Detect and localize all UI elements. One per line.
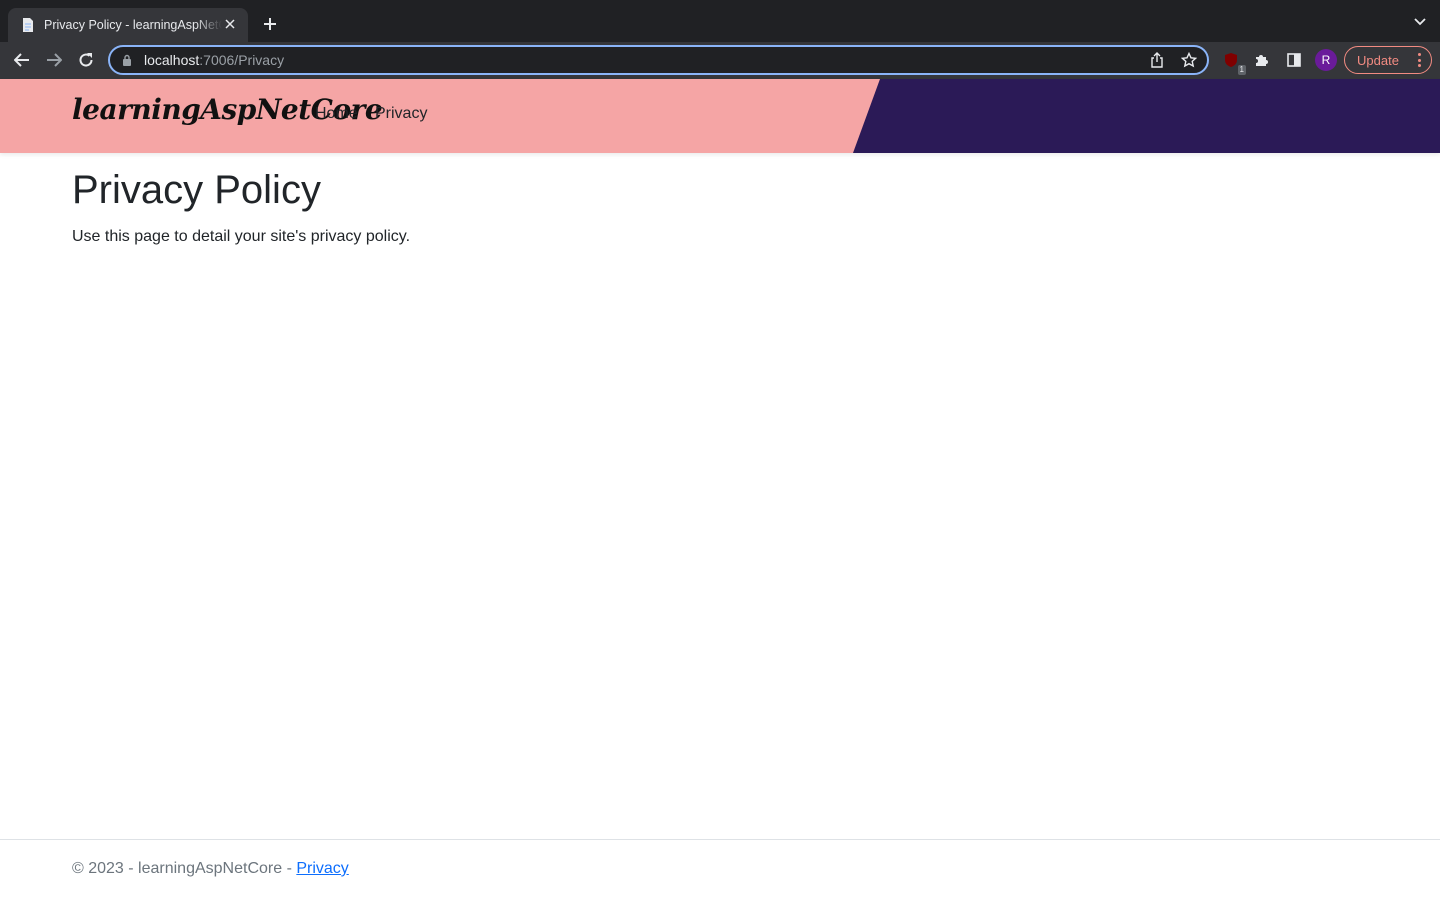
share-icon[interactable] [1147,50,1167,70]
document-icon [20,17,36,33]
browser-tabstrip: Privacy Policy - learningAspNetCore [0,0,1440,42]
reload-icon[interactable] [74,48,98,72]
update-button[interactable]: Update [1344,46,1432,74]
back-arrow-icon[interactable] [10,48,34,72]
kebab-menu-icon[interactable] [1417,53,1421,67]
footer-copyright: © 2023 - learningAspNetCore - [72,860,297,877]
footer-privacy-link[interactable]: Privacy [296,860,348,877]
lock-icon[interactable] [120,53,134,67]
ublock-icon[interactable]: 1 [1220,49,1246,75]
site-footer: © 2023 - learningAspNetCore - Privacy [0,839,1440,900]
page-description: Use this page to detail your site's priv… [72,228,411,245]
tab-title: Privacy Policy - learningAspNetCore [44,18,222,32]
forward-arrow-icon[interactable] [42,48,66,72]
chevron-down-icon[interactable] [1412,14,1428,30]
browser-tab[interactable]: Privacy Policy - learningAspNetCore [8,8,248,42]
plus-icon[interactable] [258,12,282,36]
star-icon[interactable] [1179,50,1199,70]
update-label: Update [1357,52,1399,68]
browser-toolbar: localhost:7006/Privacy 1 R Update [0,42,1440,79]
nav-link-home[interactable]: Home [315,105,358,123]
site-header: learningAspNetCore Home Privacy [0,79,1440,153]
profile-avatar[interactable]: R [1315,49,1337,71]
address-bar[interactable]: localhost:7006/Privacy [108,45,1209,75]
puzzle-icon[interactable] [1251,49,1273,71]
side-panel-icon[interactable] [1283,49,1305,71]
page-title: Privacy Policy [72,168,321,212]
url-text: localhost:7006/Privacy [144,52,285,68]
nav-link-privacy[interactable]: Privacy [375,105,427,123]
extension-badge: 1 [1237,65,1246,75]
footer-text: © 2023 - learningAspNetCore - Privacy [72,860,349,878]
close-icon[interactable] [222,17,238,33]
